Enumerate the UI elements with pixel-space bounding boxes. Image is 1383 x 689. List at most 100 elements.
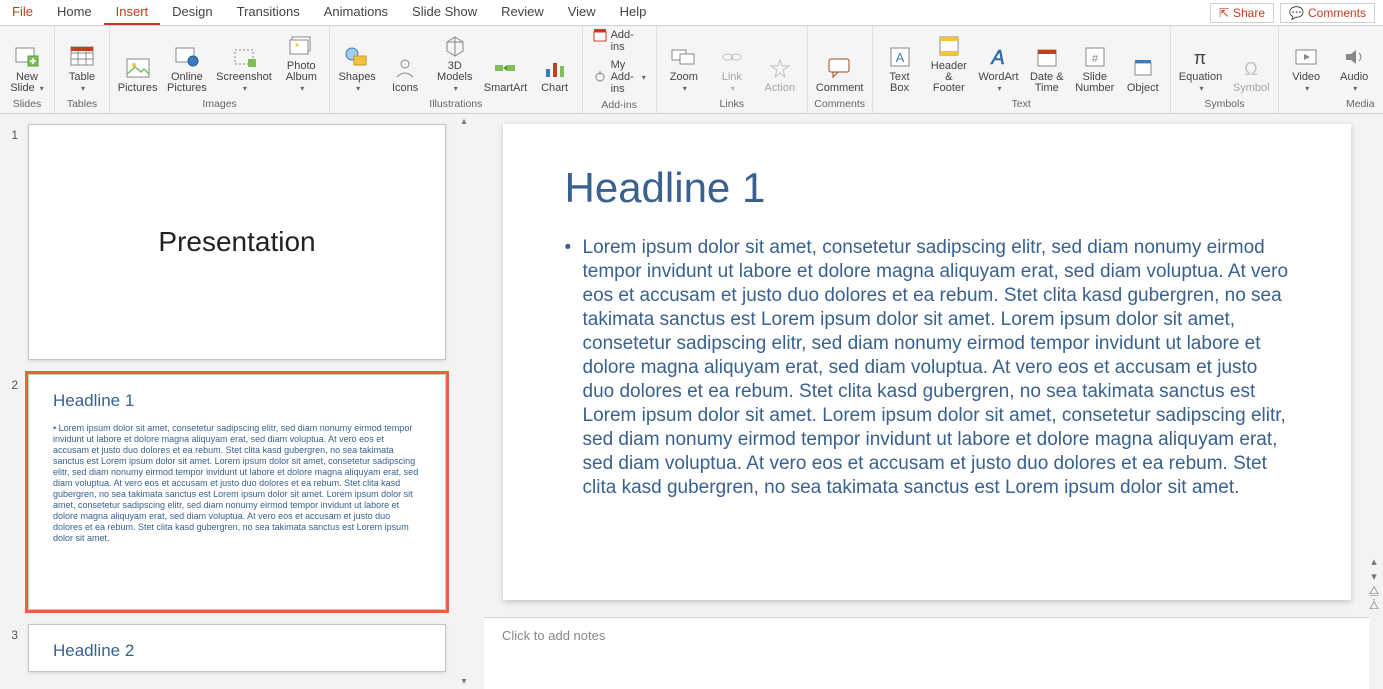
table-button[interactable]: Table▾ xyxy=(61,42,103,96)
slide-editor: Headline 1 Lorem ipsum dolor sit amet, c… xyxy=(470,114,1383,617)
group-addins: Get Add-ins My Add-ins▾ Add-ins xyxy=(583,26,657,113)
icons-label: Icons xyxy=(392,83,418,94)
slide-number-button[interactable]: # SlideNumber xyxy=(1074,42,1116,96)
new-slide-button[interactable]: NewSlide ▾ xyxy=(6,42,48,96)
tab-review[interactable]: Review xyxy=(489,0,556,25)
current-slide[interactable]: Headline 1 Lorem ipsum dolor sit amet, c… xyxy=(503,124,1351,600)
comment-button[interactable]: Comment xyxy=(814,53,866,96)
3d-models-label: 3DModels ▾ xyxy=(434,61,475,94)
tab-slideshow[interactable]: Slide Show xyxy=(400,0,489,25)
next-slide-icon[interactable]: ⧊ xyxy=(1369,600,1379,613)
group-media: Video▾ Audio▾ ScreenRecording Media xyxy=(1279,26,1383,113)
comment-label: Comment xyxy=(816,83,864,94)
thumb-2-heading: Headline 1 xyxy=(53,391,421,411)
symbol-label: Symbol xyxy=(1233,83,1270,94)
tab-home[interactable]: Home xyxy=(45,0,104,25)
tab-animations[interactable]: Animations xyxy=(312,0,400,25)
tab-design[interactable]: Design xyxy=(160,0,224,25)
screenshot-button[interactable]: Screenshot▾ xyxy=(214,42,273,96)
share-button[interactable]: ⇱Share xyxy=(1210,3,1274,23)
audio-label: Audio▾ xyxy=(1340,72,1368,94)
scroll-down-icon[interactable]: ▾ xyxy=(1371,570,1377,583)
thumb-3-heading: Headline 2 xyxy=(53,641,421,661)
thumbnail-slide-2[interactable]: Headline 1 Lorem ipsum dolor sit amet, c… xyxy=(28,374,446,610)
group-tables-label: Tables xyxy=(67,96,97,111)
zoom-button[interactable]: Zoom▾ xyxy=(663,42,705,96)
comments-button[interactable]: 💬 Comments xyxy=(1280,3,1375,23)
thumbnails-scrollbar[interactable]: ▴ ▾ xyxy=(459,114,469,689)
my-addins-icon xyxy=(593,69,607,85)
pictures-button[interactable]: Pictures xyxy=(116,53,159,96)
svg-text:#: # xyxy=(1092,53,1099,65)
smartart-button[interactable]: SmartArt xyxy=(483,53,527,96)
header-footer-icon xyxy=(935,33,963,59)
notes-pane[interactable]: Click to add notes xyxy=(484,617,1369,689)
prev-slide-icon[interactable]: ⧋ xyxy=(1369,585,1379,598)
scroll-down-icon[interactable]: ▾ xyxy=(461,674,466,689)
group-addins-label: Add-ins xyxy=(601,97,637,111)
tab-view[interactable]: View xyxy=(556,0,608,25)
chart-label: Chart xyxy=(541,83,568,94)
shapes-button[interactable]: Shapes▾ xyxy=(336,42,378,96)
tab-file[interactable]: File xyxy=(0,0,45,25)
wordart-label: WordArt▾ xyxy=(978,72,1018,94)
zoom-label: Zoom▾ xyxy=(670,72,698,94)
action-label: Action xyxy=(765,83,796,94)
tab-insert[interactable]: Insert xyxy=(104,0,161,25)
group-comments: Comment Comments xyxy=(808,26,873,113)
screenshot-label: Screenshot▾ xyxy=(216,72,272,94)
table-icon xyxy=(68,44,96,70)
tab-help[interactable]: Help xyxy=(608,0,659,25)
my-addins-button[interactable]: My Add-ins▾ xyxy=(589,57,650,97)
smartart-icon xyxy=(491,55,519,81)
main-area: 1 Presentation 2 Headline 1 Lorem ipsum … xyxy=(0,114,1383,689)
textbox-button[interactable]: A TextBox xyxy=(879,42,921,96)
tab-transitions[interactable]: Transitions xyxy=(225,0,312,25)
thumbnail-slide-1[interactable]: Presentation xyxy=(28,124,446,360)
header-footer-label: Header& Footer xyxy=(929,61,970,94)
object-button[interactable]: Object xyxy=(1122,53,1164,96)
video-icon xyxy=(1292,44,1320,70)
editor-scrollbar[interactable]: ▴ ▾ ⧋ ⧊ xyxy=(1367,114,1381,617)
link-label: Link▾ xyxy=(722,72,742,94)
scroll-up-icon[interactable]: ▴ xyxy=(1371,555,1377,568)
comment-icon: 💬 xyxy=(1289,6,1304,20)
slide-heading[interactable]: Headline 1 xyxy=(565,164,1289,212)
icons-button[interactable]: Icons xyxy=(384,53,426,96)
object-icon xyxy=(1129,55,1157,81)
group-slides-label: Slides xyxy=(13,96,42,111)
wordart-icon: A xyxy=(984,44,1012,70)
header-footer-button[interactable]: Header& Footer xyxy=(927,31,972,96)
chart-button[interactable]: Chart xyxy=(534,53,576,96)
3d-models-button[interactable]: 3DModels ▾ xyxy=(432,31,477,96)
slide-thumbnails-pane: 1 Presentation 2 Headline 1 Lorem ipsum … xyxy=(0,114,470,689)
group-tables: Table▾ Tables xyxy=(55,26,110,113)
chevron-down-icon: ▾ xyxy=(642,73,646,82)
online-pictures-button[interactable]: OnlinePictures xyxy=(165,42,208,96)
wordart-button[interactable]: A WordArt▾ xyxy=(977,42,1020,96)
online-pictures-icon xyxy=(173,44,201,70)
group-comments-label: Comments xyxy=(814,96,865,111)
slide-body-text[interactable]: Lorem ipsum dolor sit amet, consetetur s… xyxy=(565,236,1289,500)
scroll-up-icon[interactable]: ▴ xyxy=(461,114,466,129)
photo-album-button[interactable]: PhotoAlbum ▾ xyxy=(279,31,323,96)
action-icon xyxy=(766,55,794,81)
zoom-icon xyxy=(670,44,698,70)
group-text: A TextBox Header& Footer A WordArt▾ Date… xyxy=(873,26,1171,113)
thumbnail-slide-3[interactable]: Headline 2 xyxy=(28,624,446,672)
group-images-label: Images xyxy=(202,96,236,111)
3d-models-icon xyxy=(441,33,469,59)
video-button[interactable]: Video▾ xyxy=(1285,42,1327,96)
share-icon: ⇱ xyxy=(1219,6,1229,20)
equation-button[interactable]: π Equation▾ xyxy=(1177,42,1224,96)
thumb-number-2: 2 xyxy=(0,374,22,392)
date-time-button[interactable]: Date &Time xyxy=(1026,42,1068,96)
group-links-label: Links xyxy=(720,96,745,111)
action-button: Action xyxy=(759,53,801,96)
comments-label: Comments xyxy=(1308,6,1366,20)
audio-icon xyxy=(1340,44,1368,70)
svg-text:π: π xyxy=(1194,48,1206,68)
menu-tabbar: File Home Insert Design Transitions Anim… xyxy=(0,0,1383,26)
audio-button[interactable]: Audio▾ xyxy=(1333,42,1375,96)
group-images: Pictures OnlinePictures Screenshot▾ Phot… xyxy=(110,26,330,113)
